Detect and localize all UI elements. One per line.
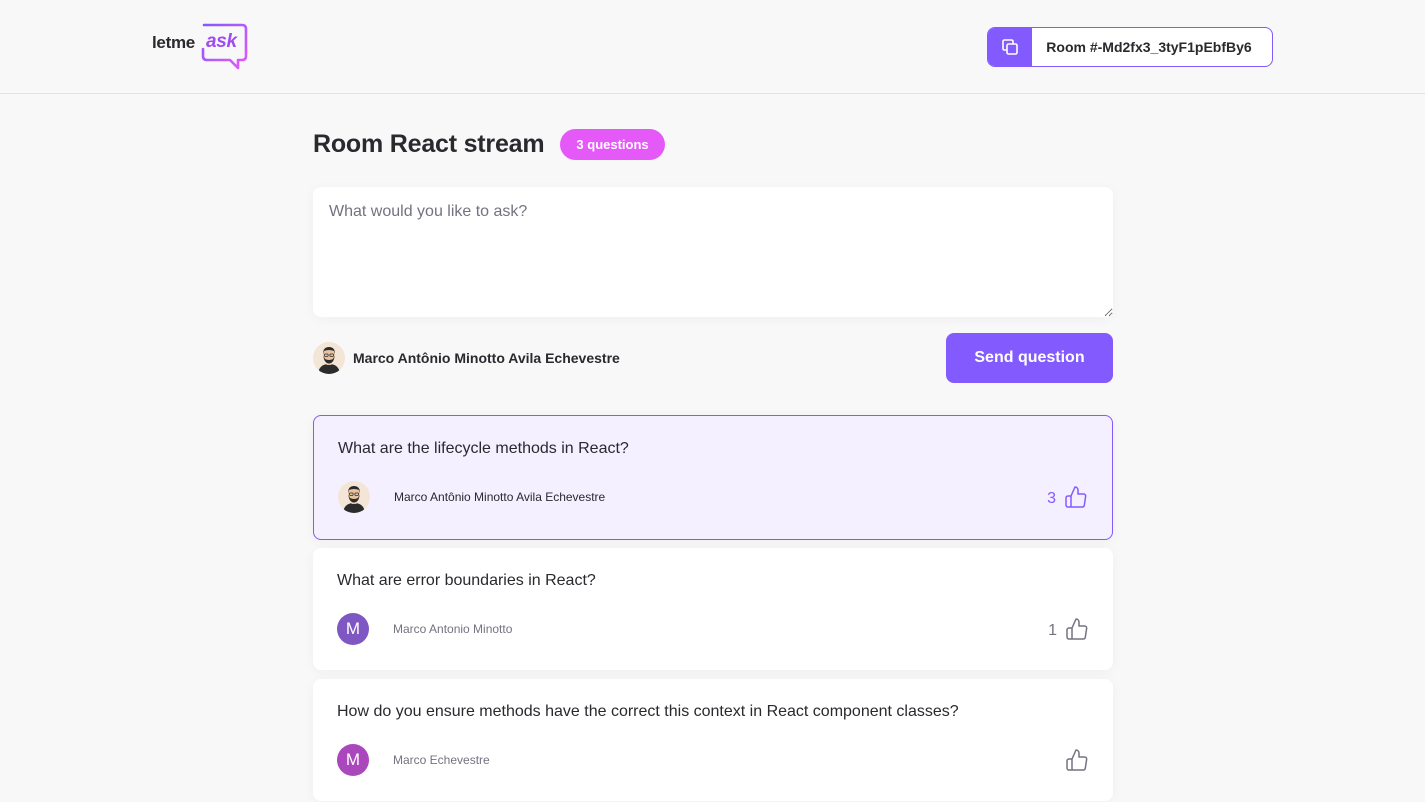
question-footer: M Marco Echevestre — [337, 744, 1089, 776]
question-author-name: Marco Antônio Minotto Avila Echevestre — [394, 490, 606, 504]
question-content: What are the lifecycle methods in React? — [338, 440, 629, 457]
avatar — [313, 342, 345, 374]
form-footer: Marco Antônio Minotto Avila Echevestre S… — [313, 333, 1113, 383]
question-author: M Marco Antonio Minotto — [337, 613, 512, 645]
like-button[interactable] — [1057, 748, 1089, 772]
logo-text-ask: ask — [206, 31, 237, 52]
question-author-name: Marco Antonio Minotto — [393, 622, 513, 636]
current-user-info: Marco Antônio Minotto Avila Echevestre — [313, 342, 620, 374]
question-author: M Marco Echevestre — [337, 744, 490, 776]
letmeask-logo[interactable]: letme ask — [152, 22, 248, 70]
user-avatar-illustration — [338, 481, 370, 513]
user-avatar-illustration — [313, 342, 345, 374]
thumbs-up-icon — [1065, 486, 1087, 508]
room-code-text: Room #-Md2fx3_3tyF1pEbfBy6 — [1046, 39, 1252, 55]
question-count-badge: 3 questions — [560, 129, 665, 160]
thumbs-up-icon — [1066, 618, 1088, 640]
question-content: What are error boundaries in React? — [337, 572, 596, 589]
send-question-button[interactable]: Send question — [946, 333, 1113, 383]
question-footer: Marco Antônio Minotto Avila Echevestre 3 — [338, 481, 1088, 513]
question-content: How do you ensure methods have the corre… — [337, 703, 959, 720]
like-button[interactable]: 3 — [1047, 485, 1088, 509]
thumbs-up-icon — [1066, 749, 1088, 771]
question-author: Marco Antônio Minotto Avila Echevestre — [338, 481, 605, 513]
question-card: What are the lifecycle methods in React? — [313, 415, 1113, 540]
like-count: 3 — [1047, 490, 1056, 507]
question-card: How do you ensure methods have the corre… — [313, 679, 1113, 801]
question-input[interactable] — [313, 187, 1113, 317]
avatar — [338, 481, 370, 513]
question-card: What are error boundaries in React? M Ma… — [313, 548, 1113, 670]
question-footer: M Marco Antonio Minotto 1 — [337, 613, 1089, 645]
question-author-name: Marco Echevestre — [393, 753, 490, 767]
current-user-name: Marco Antônio Minotto Avila Echevestre — [353, 350, 620, 366]
avatar: M — [337, 613, 369, 645]
copy-button[interactable] — [988, 28, 1032, 66]
logo-text-letme: letme — [152, 33, 195, 52]
room-title-row: Room React stream 3 questions — [313, 129, 665, 160]
room-title: Room React stream — [313, 130, 545, 158]
room-code-button[interactable]: Room #-Md2fx3_3tyF1pEbfBy6 — [987, 27, 1273, 67]
avatar: M — [337, 744, 369, 776]
copy-icon — [1002, 39, 1018, 55]
top-header: letme ask Room #-Md2fx3_3tyF1pEbfBy6 — [0, 0, 1425, 94]
like-button[interactable]: 1 — [1048, 617, 1089, 641]
like-count: 1 — [1048, 622, 1057, 639]
